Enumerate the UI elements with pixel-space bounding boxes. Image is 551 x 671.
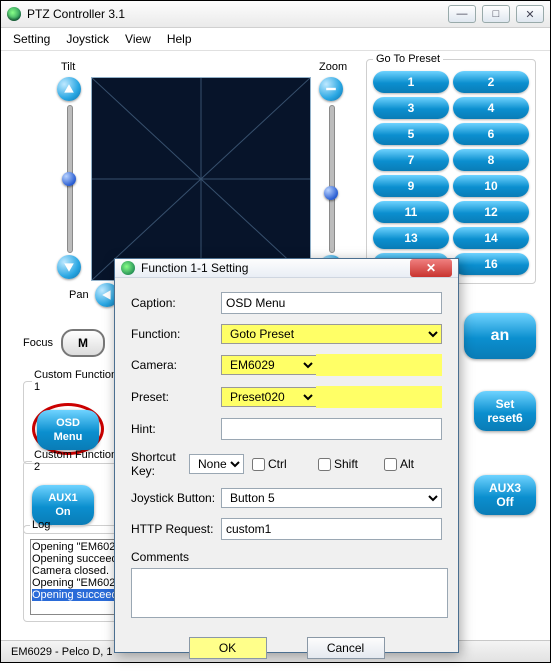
function-setting-dialog: Function 1-1 Setting ✕ Caption: Function…: [114, 258, 459, 653]
preset-select[interactable]: Preset020: [221, 387, 317, 407]
dialog-title-bar: Function 1-1 Setting ✕: [115, 259, 458, 278]
dialog-icon: [121, 261, 135, 275]
goto-preset-title: Go To Preset: [373, 53, 443, 65]
menu-view[interactable]: View: [125, 32, 151, 46]
camera-select[interactable]: EM6029: [221, 355, 317, 375]
menu-bar: Setting Joystick View Help: [1, 28, 550, 51]
preset-5[interactable]: 5: [373, 123, 449, 145]
zoom-slider[interactable]: [329, 105, 335, 253]
preset-12[interactable]: 12: [453, 201, 529, 223]
tilt-slider-knob[interactable]: [62, 172, 76, 186]
title-bar: PTZ Controller 3.1 — □ ✕: [1, 1, 550, 28]
preset-grid: 1 2 3 4 5 6 7 8 9 10 11 12 13 14 15 16: [373, 71, 529, 275]
preset-11[interactable]: 11: [373, 201, 449, 223]
menu-help[interactable]: Help: [167, 32, 192, 46]
camera-label: Camera:: [131, 358, 221, 372]
tilt-label: Tilt: [61, 61, 75, 73]
window-title: PTZ Controller 3.1: [27, 7, 448, 21]
close-button[interactable]: ✕: [516, 5, 544, 23]
cancel-button[interactable]: Cancel: [307, 637, 385, 659]
minimize-button[interactable]: —: [448, 5, 476, 23]
preset-8[interactable]: 8: [453, 149, 529, 171]
preset-3[interactable]: 3: [373, 97, 449, 119]
preset-1[interactable]: 1: [373, 71, 449, 93]
goto-preset-group: Go To Preset 1 2 3 4 5 6 7 8 9 10 11 12 …: [366, 53, 536, 284]
comments-label: Comments: [131, 550, 442, 564]
shortcut-select[interactable]: None: [189, 454, 244, 474]
preset-7[interactable]: 7: [373, 149, 449, 171]
camera-highlight-pad: [316, 354, 442, 376]
preset-2[interactable]: 2: [453, 71, 529, 93]
preset-10[interactable]: 10: [453, 175, 529, 197]
status-text: EM6029 - Pelco D, 1: [11, 646, 113, 658]
maximize-button[interactable]: □: [482, 5, 510, 23]
ok-button[interactable]: OK: [189, 637, 267, 659]
osd-menu-highlight: OSDMenu: [32, 403, 104, 455]
an-button[interactable]: an: [464, 313, 536, 359]
http-label: HTTP Request:: [131, 522, 221, 536]
preset-highlight-pad: [316, 386, 442, 408]
preset-14[interactable]: 14: [453, 227, 529, 249]
log-title: Log: [30, 519, 52, 531]
alt-checkbox[interactable]: Alt: [384, 457, 442, 471]
zoom-out-button[interactable]: [319, 77, 343, 101]
shortcut-label: Shortcut Key:: [131, 450, 189, 478]
zoom-label: Zoom: [319, 61, 347, 73]
pan-label: Pan: [69, 289, 89, 301]
caption-label: Caption:: [131, 296, 221, 310]
tilt-slider[interactable]: [67, 105, 73, 253]
tilt-down-button[interactable]: [57, 255, 81, 279]
comments-input[interactable]: [131, 568, 448, 618]
caption-input[interactable]: [221, 292, 442, 314]
http-input[interactable]: [221, 518, 442, 540]
dialog-body: Caption: Function: Goto Preset Camera: E…: [115, 278, 458, 631]
joystick-label: Joystick Button:: [131, 491, 221, 505]
aux3-off-button[interactable]: AUX3Off: [474, 475, 536, 515]
preset-6[interactable]: 6: [453, 123, 529, 145]
joystick-select[interactable]: Button 5: [221, 488, 442, 508]
window-buttons: — □ ✕: [448, 5, 544, 23]
preset-16[interactable]: 16: [453, 253, 529, 275]
hint-input[interactable]: [221, 418, 442, 440]
focus-label: Focus: [23, 337, 53, 349]
zoom-slider-knob[interactable]: [324, 186, 338, 200]
function-select[interactable]: Goto Preset: [221, 324, 442, 344]
set-preset6-button[interactable]: Setreset6: [474, 391, 536, 431]
focus-row: Focus M: [23, 329, 105, 357]
preset-13[interactable]: 13: [373, 227, 449, 249]
function-label: Function:: [131, 327, 221, 341]
dialog-close-button[interactable]: ✕: [410, 259, 452, 277]
menu-joystick[interactable]: Joystick: [66, 32, 109, 46]
dialog-buttons: OK Cancel: [115, 631, 458, 671]
app-icon: [7, 7, 21, 21]
shift-checkbox[interactable]: Shift: [318, 457, 376, 471]
hint-label: Hint:: [131, 422, 221, 436]
focus-mode-button[interactable]: M: [61, 329, 105, 357]
tilt-up-button[interactable]: [57, 77, 81, 101]
preset-label: Preset:: [131, 390, 221, 404]
preset-9[interactable]: 9: [373, 175, 449, 197]
ptz-canvas[interactable]: [91, 77, 311, 281]
menu-setting[interactable]: Setting: [13, 32, 50, 46]
dialog-title: Function 1-1 Setting: [141, 261, 410, 275]
osd-menu-button[interactable]: OSDMenu: [37, 410, 99, 450]
ctrl-checkbox[interactable]: Ctrl: [252, 457, 310, 471]
preset-4[interactable]: 4: [453, 97, 529, 119]
